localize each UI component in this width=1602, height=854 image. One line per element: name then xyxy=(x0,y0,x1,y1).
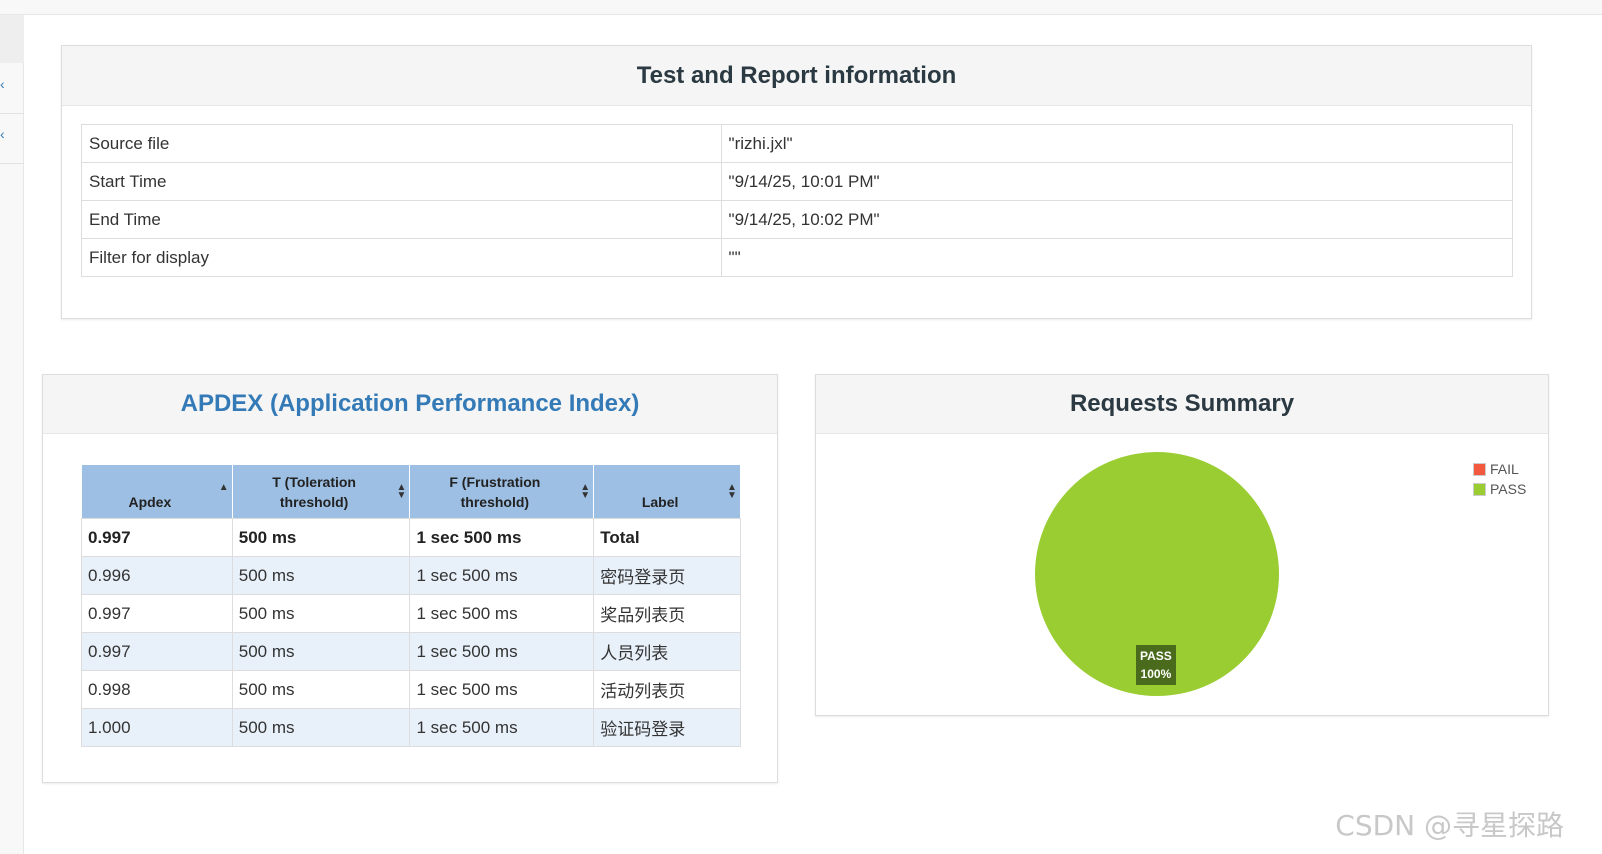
column-header-frustration[interactable]: F (Frustration threshold) ▲ ▼ xyxy=(409,464,595,519)
cell-label: Total xyxy=(593,518,741,557)
table-row: 0.997 500 ms 1 sec 500 ms 人员列表 xyxy=(81,632,741,671)
info-row: Start Time "9/14/25, 10:01 PM" xyxy=(81,162,1514,201)
column-header-apdex[interactable]: Apdex ▲ xyxy=(81,464,233,519)
legend-item-pass[interactable]: PASS xyxy=(1473,481,1526,497)
summary-panel-title: Requests Summary xyxy=(816,375,1548,434)
legend-swatch-fail xyxy=(1473,462,1486,476)
panel-title: Test and Report information xyxy=(62,46,1531,106)
sidebar-divider xyxy=(0,113,24,114)
info-key: Source file xyxy=(81,124,722,163)
requests-pie-chart xyxy=(1035,452,1279,696)
table-row: 0.997 500 ms 1 sec 500 ms Total xyxy=(81,518,741,557)
table-row: 0.998 500 ms 1 sec 500 ms 活动列表页 xyxy=(81,670,741,709)
cell-t: 500 ms xyxy=(231,670,411,709)
cell-t: 500 ms xyxy=(231,594,411,633)
sort-both-icon: ▲ ▼ xyxy=(580,482,591,501)
sort-both-icon: ▲ ▼ xyxy=(727,482,737,501)
column-header-label[interactable]: Label ▲ ▼ xyxy=(593,464,741,519)
cell-f: 1 sec 500 ms xyxy=(409,556,595,595)
cell-label: 奖品列表页 xyxy=(593,594,741,633)
sidebar-divider xyxy=(0,163,24,164)
info-table: Source file "rizhi.jxl" Start Time "9/14/25… xyxy=(81,124,1514,277)
sidebar-chevron-icon[interactable]: ‹ xyxy=(0,124,14,144)
cell-f: 1 sec 500 ms xyxy=(409,594,595,633)
cell-label: 人员列表 xyxy=(593,632,741,671)
legend-swatch-pass xyxy=(1473,482,1486,496)
info-key: Start Time xyxy=(81,162,722,201)
cell-apdex: 0.997 xyxy=(81,594,233,633)
info-key: End Time xyxy=(81,200,722,239)
sidebar-active-item[interactable] xyxy=(0,15,24,63)
info-value: "" xyxy=(720,238,1514,277)
table-row: 0.997 500 ms 1 sec 500 ms 奖品列表页 xyxy=(81,594,741,633)
cell-f: 1 sec 500 ms xyxy=(409,632,595,671)
cell-t: 500 ms xyxy=(231,632,411,671)
cell-apdex: 0.997 xyxy=(81,632,233,671)
column-header-toleration[interactable]: T (Toleration threshold) ▲ ▼ xyxy=(231,464,411,519)
cell-f: 1 sec 500 ms xyxy=(409,670,595,709)
info-value: "9/14/25, 10:01 PM" xyxy=(720,162,1514,201)
cell-label: 活动列表页 xyxy=(593,670,741,709)
info-value: "9/14/25, 10:02 PM" xyxy=(720,200,1514,239)
legend-item-fail[interactable]: FAIL xyxy=(1473,461,1519,477)
cell-t: 500 ms xyxy=(231,556,411,595)
cell-apdex: 1.000 xyxy=(81,708,233,747)
cell-apdex: 0.997 xyxy=(81,518,233,557)
apdex-panel: APDEX (Application Performance Index) Ap… xyxy=(42,374,778,783)
test-report-info-panel: Test and Report information Source file "… xyxy=(61,45,1532,319)
watermark: CSDN @寻星探路 xyxy=(1335,809,1564,842)
apdex-table: Apdex ▲ T (Toleration threshold) ▲ ▼ F (Fru… xyxy=(81,464,741,747)
info-row: Filter for display "" xyxy=(81,238,1514,277)
cell-apdex: 0.998 xyxy=(81,670,233,709)
sort-asc-icon: ▲ xyxy=(218,482,229,493)
info-row: End Time "9/14/25, 10:02 PM" xyxy=(81,200,1514,239)
cell-t: 500 ms xyxy=(231,708,411,747)
table-row: 0.996 500 ms 1 sec 500 ms 密码登录页 xyxy=(81,556,741,595)
requests-summary-panel: Requests Summary FAIL PASS PASS 100% xyxy=(815,374,1549,716)
info-value: "rizhi.jxl" xyxy=(720,124,1514,163)
cell-label: 验证码登录 xyxy=(593,708,741,747)
cell-f: 1 sec 500 ms xyxy=(409,518,595,557)
sort-both-icon: ▲ ▼ xyxy=(396,482,407,501)
sidebar-chevron-icon[interactable]: ‹ xyxy=(0,74,14,94)
cell-apdex: 0.996 xyxy=(81,556,233,595)
cell-t: 500 ms xyxy=(231,518,411,557)
sidebar: ‹ ‹ xyxy=(0,15,24,854)
cell-label: 密码登录页 xyxy=(593,556,741,595)
info-row: Source file "rizhi.jxl" xyxy=(81,124,1514,163)
info-key: Filter for display xyxy=(81,238,722,277)
apdex-panel-title[interactable]: APDEX (Application Performance Index) xyxy=(43,375,777,434)
table-row: 1.000 500 ms 1 sec 500 ms 验证码登录 xyxy=(81,708,741,747)
cell-f: 1 sec 500 ms xyxy=(409,708,595,747)
top-navbar xyxy=(0,0,1602,15)
pie-slice-label: PASS 100% xyxy=(1136,645,1176,685)
